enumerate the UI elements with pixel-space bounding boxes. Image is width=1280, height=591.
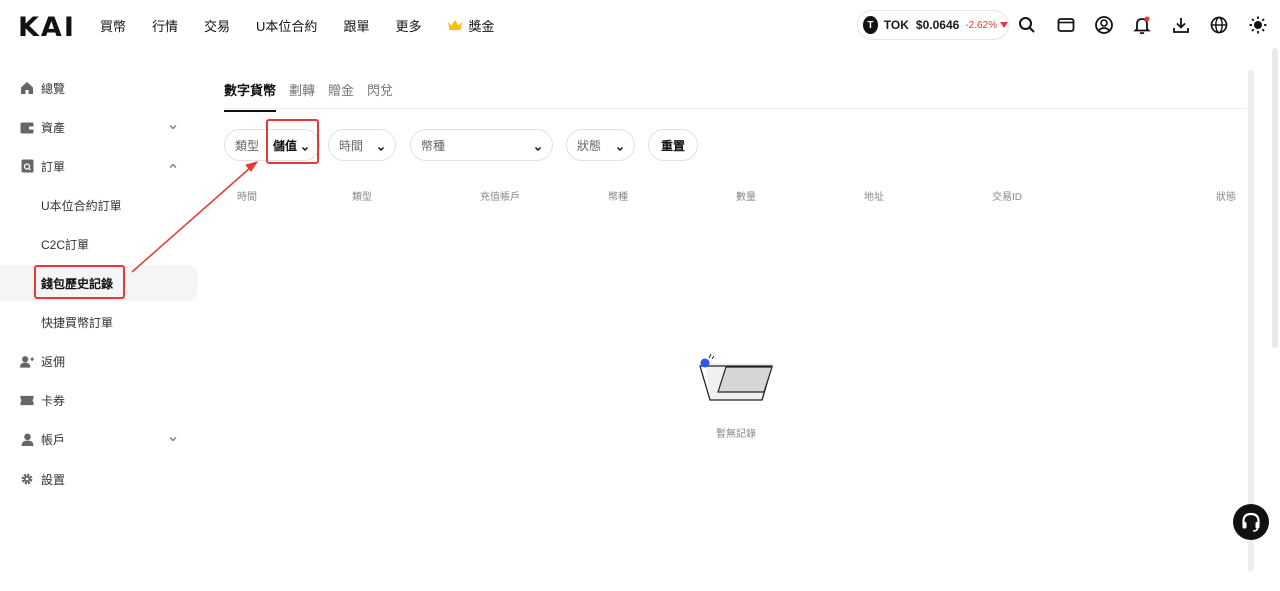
empty-box-illustration <box>696 352 776 409</box>
highlight-box-type-value <box>266 119 319 164</box>
nav-markets[interactable]: 行情 <box>152 16 178 35</box>
highlight-box-wallet-history <box>34 265 125 299</box>
column-header-status: 狀態 <box>1216 192 1236 203</box>
nav-rewards[interactable]: 獎金 <box>447 16 494 35</box>
status-filter-select[interactable]: 狀態 <box>566 129 635 161</box>
sidebar-item-label: 卡券 <box>41 393 66 408</box>
sidebar-item-quick-buy-orders[interactable]: 快捷買幣訂單 <box>0 304 198 340</box>
nav-rewards-label: 獎金 <box>468 18 495 34</box>
sidebar-item-label: 總覽 <box>41 81 66 96</box>
top-navigation-bar: KAI 買幣 行情 交易 U本位合約 跟單 更多 獎金 T TOK $0.064… <box>0 0 1280 50</box>
sidebar-item-orders[interactable]: 訂單 <box>0 148 198 184</box>
nav-buy-crypto[interactable]: 買幣 <box>100 16 126 35</box>
sidebar-item-label: 快捷買幣訂單 <box>41 315 114 330</box>
account-icon <box>20 432 34 446</box>
chevron-down-icon <box>168 121 178 131</box>
wallet-icon[interactable] <box>1056 15 1076 35</box>
reset-button[interactable]: 重置 <box>648 129 698 161</box>
sidebar-item-label: 資產 <box>41 120 66 135</box>
wallet-icon <box>20 120 34 134</box>
nav-more[interactable]: 更多 <box>395 16 421 35</box>
globe-icon[interactable] <box>1209 15 1229 35</box>
column-header-deposit-account: 充值帳戶 <box>480 192 520 203</box>
ticker-symbol: TOK <box>883 18 909 32</box>
status-filter-label: 狀態 <box>577 138 602 153</box>
chevron-down-icon <box>534 142 542 152</box>
sidebar-item-coupons[interactable]: 卡券 <box>0 382 198 418</box>
time-filter-label: 時間 <box>339 138 364 153</box>
page-scrollbar[interactable] <box>1272 48 1278 348</box>
currency-filter-label: 幣種 <box>421 138 446 153</box>
sidebar-item-label: 訂單 <box>41 159 66 174</box>
nav-usdt-futures[interactable]: U本位合約 <box>256 16 317 35</box>
sidebar-item-account[interactable]: 帳戶 <box>0 421 198 457</box>
tok-ticker[interactable]: T TOK $0.0646 -2.62% <box>857 10 1009 40</box>
time-filter-select[interactable]: 時間 <box>328 129 396 161</box>
type-filter-label: 類型 <box>235 138 260 153</box>
order-icon <box>20 159 34 173</box>
currency-filter-select[interactable]: 幣種 <box>410 129 553 161</box>
sidebar-item-label: C2C訂單 <box>41 237 90 252</box>
column-header-currency: 幣種 <box>608 192 628 203</box>
search-icon[interactable] <box>1017 15 1037 35</box>
sidebar-item-c2c-orders[interactable]: C2C訂單 <box>0 226 198 262</box>
nav-copy-trading[interactable]: 跟單 <box>343 16 369 35</box>
chevron-down-icon <box>377 142 385 152</box>
gear-icon <box>20 472 34 486</box>
theme-sun-icon[interactable] <box>1248 15 1268 35</box>
sidebar-item-assets[interactable]: 資產 <box>0 109 198 145</box>
column-header-address: 地址 <box>864 192 884 203</box>
column-header-tx-id: 交易ID <box>992 192 1022 203</box>
sidebar-item-label: U本位合約訂單 <box>41 198 122 213</box>
tabs-divider <box>224 108 1246 109</box>
down-arrow-icon <box>1000 22 1008 28</box>
sidebar-item-label: 帳戶 <box>41 432 66 447</box>
content-scrollbar[interactable] <box>1248 70 1254 572</box>
crown-icon <box>447 19 463 31</box>
tok-coin-icon: T <box>863 16 878 34</box>
home-icon <box>20 81 34 95</box>
main-nav: 買幣 行情 交易 U本位合約 跟單 更多 獎金 <box>100 0 520 50</box>
headset-icon <box>1242 512 1260 532</box>
table-header: 時間 類型 充值帳戶 幣種 數量 地址 交易ID 狀態 <box>224 188 1244 203</box>
customer-support-button[interactable] <box>1233 504 1269 540</box>
kai-logo[interactable]: KAI <box>18 12 76 43</box>
sidebar-item-settings[interactable]: 設置 <box>0 461 198 497</box>
ticker-price: $0.0646 <box>915 18 960 32</box>
nav-trade[interactable]: 交易 <box>204 16 230 35</box>
sidebar-item-overview[interactable]: 總覽 <box>0 70 198 106</box>
ticker-change: -2.62% <box>965 19 997 31</box>
user-icon[interactable] <box>1094 15 1114 35</box>
chevron-down-icon <box>168 433 178 443</box>
column-header-time: 時間 <box>237 192 257 203</box>
chevron-down-icon <box>616 142 624 152</box>
ticket-icon <box>20 393 34 407</box>
column-header-type: 類型 <box>352 192 372 203</box>
empty-state-text: 暫無記錄 <box>716 429 756 440</box>
column-header-amount: 數量 <box>736 192 756 203</box>
chevron-up-icon <box>168 160 178 170</box>
sidebar-item-rebate[interactable]: 返佣 <box>0 343 198 379</box>
sidebar-item-futures-orders[interactable]: U本位合約訂單 <box>0 187 198 223</box>
download-icon[interactable] <box>1171 15 1191 35</box>
sidebar-item-label: 設置 <box>41 472 66 487</box>
sidebar-item-label: 返佣 <box>41 354 66 369</box>
rebate-icon <box>20 354 34 368</box>
bell-icon[interactable] <box>1132 15 1152 35</box>
